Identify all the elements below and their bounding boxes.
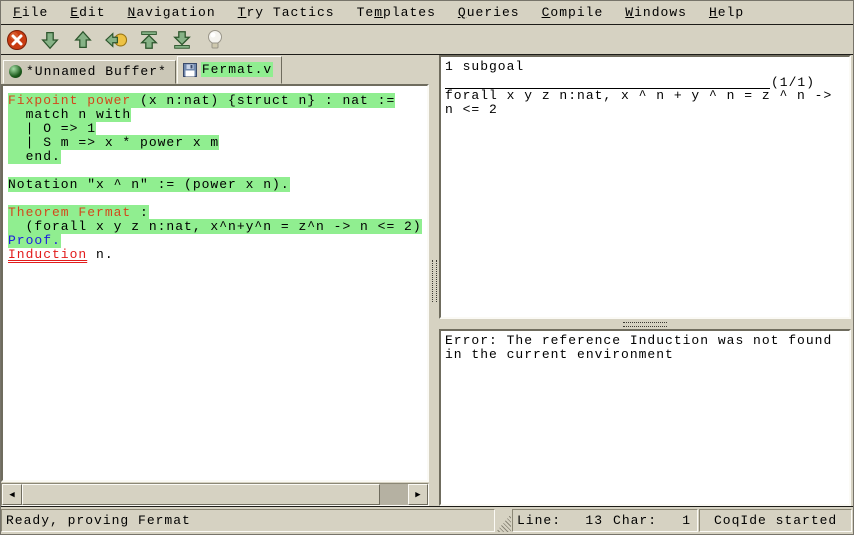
- main-area: *Unnamed Buffer* Fermat.v Fixpoint power…: [1, 55, 853, 506]
- restart-button[interactable]: [137, 28, 161, 52]
- menu-navigation[interactable]: Navigation: [120, 3, 224, 22]
- status-bar: Ready, proving Fermat Line: 13 Char: 1 C…: [1, 506, 853, 534]
- tab-fermat-v[interactable]: Fermat.v: [177, 56, 282, 84]
- script-pane: *Unnamed Buffer* Fermat.v Fixpoint power…: [1, 55, 429, 506]
- line-label: Line:: [517, 513, 561, 528]
- tab-unnamed-buffer[interactable]: *Unnamed Buffer*: [3, 60, 176, 84]
- menu-templates[interactable]: Templates: [349, 3, 444, 22]
- hint-button[interactable]: [203, 28, 227, 52]
- step-backward-button[interactable]: [71, 28, 95, 52]
- code-line: match n with: [8, 108, 427, 122]
- menu-queries[interactable]: Queries: [450, 3, 528, 22]
- scrollbar-thumb[interactable]: [22, 484, 380, 505]
- goal-line: forall x y z n:nat, x ^ n + y ^ n = z ^ …: [445, 89, 847, 103]
- code-line: | O => 1: [8, 122, 427, 136]
- step-backward-arrow-icon: [72, 29, 94, 51]
- error-message-line: in the current environment: [445, 348, 847, 362]
- splitter-grip-icon: [623, 322, 667, 327]
- goal-separator: (1/1): [445, 74, 847, 89]
- buffer-status-sphere-icon: [9, 65, 22, 78]
- menu-file[interactable]: File: [5, 3, 56, 22]
- char-value: 1: [657, 513, 691, 528]
- cursor-position: Line: 13 Char: 1: [512, 509, 698, 532]
- step-forward-arrow-icon: [39, 29, 61, 51]
- menu-compile[interactable]: Compile: [534, 3, 612, 22]
- goal-statement: forall x y z n:nat, x ^ n + y ^ n = z ^ …: [445, 89, 847, 117]
- line-value: 13: [561, 513, 603, 528]
- messages-area[interactable]: Error: The reference Induction was not f…: [439, 329, 851, 506]
- scroll-right-arrow-icon[interactable]: ▶: [408, 484, 428, 505]
- code-line: (forall x y z n:nat, x^n+y^n = z^n -> n …: [8, 220, 427, 234]
- code-line: end.: [8, 150, 427, 164]
- proof-pane: 1 subgoal (1/1) forall x y z n:nat, x ^ …: [439, 55, 853, 506]
- step-forward-button[interactable]: [38, 28, 62, 52]
- scrollbar-track[interactable]: [380, 484, 408, 505]
- resize-grip-icon[interactable]: [496, 514, 511, 532]
- code-line: Fixpoint power (x n:nat) {struct n} : na…: [8, 94, 427, 108]
- vertical-splitter[interactable]: [429, 55, 439, 506]
- menu-edit[interactable]: Edit: [62, 3, 113, 22]
- go-to-end-button[interactable]: [170, 28, 194, 52]
- goal-line: n <= 2: [445, 103, 847, 117]
- scroll-left-arrow-icon[interactable]: ◀: [2, 484, 22, 505]
- toolbar: [1, 25, 853, 55]
- code-line: [8, 192, 427, 206]
- menu-help[interactable]: Help: [701, 3, 752, 22]
- char-label: Char:: [613, 513, 657, 528]
- code-line: Theorem Fermat :: [8, 206, 427, 220]
- restart-icon: [138, 29, 160, 51]
- subgoal-header: 1 subgoal: [445, 60, 847, 74]
- stop-icon: [6, 29, 28, 51]
- code-line: | S m => x * power x m: [8, 136, 427, 150]
- status-message: Ready, proving Fermat: [1, 509, 495, 532]
- hint-lightbulb-icon: [205, 29, 225, 51]
- go-to-cursor-icon: [104, 29, 128, 51]
- coqide-window: File Edit Navigation Try Tactics Templates Qu…: [0, 0, 854, 535]
- go-to-end-icon: [171, 29, 193, 51]
- floppy-disk-icon: [183, 63, 197, 77]
- error-message-line: Error: The reference Induction was not f…: [445, 334, 847, 348]
- app-status: CoqIde started: [699, 509, 852, 532]
- goal-area[interactable]: 1 subgoal (1/1) forall x y z n:nat, x ^ …: [439, 55, 851, 319]
- menu-bar: File Edit Navigation Try Tactics Templates Qu…: [1, 1, 853, 25]
- tab-label: Fermat.v: [201, 62, 273, 77]
- tab-bar: *Unnamed Buffer* Fermat.v: [1, 55, 429, 84]
- tab-label: *Unnamed Buffer*: [26, 64, 167, 79]
- code-line: [8, 164, 427, 178]
- stop-button[interactable]: [5, 28, 29, 52]
- code-line: Proof.: [8, 234, 427, 248]
- horizontal-scrollbar[interactable]: ◀ ▶: [1, 483, 429, 506]
- code-area[interactable]: Fixpoint power (x n:nat) {struct n} : na…: [1, 84, 429, 482]
- code-line: Induction n.: [8, 248, 427, 262]
- splitter-grip-icon: [432, 260, 437, 302]
- menu-windows[interactable]: Windows: [617, 3, 695, 22]
- go-to-cursor-button[interactable]: [104, 28, 128, 52]
- code-line: Notation "x ^ n" := (power x n).: [8, 178, 427, 192]
- horizontal-splitter[interactable]: [439, 319, 851, 329]
- menu-try-tactics[interactable]: Try Tactics: [230, 3, 343, 22]
